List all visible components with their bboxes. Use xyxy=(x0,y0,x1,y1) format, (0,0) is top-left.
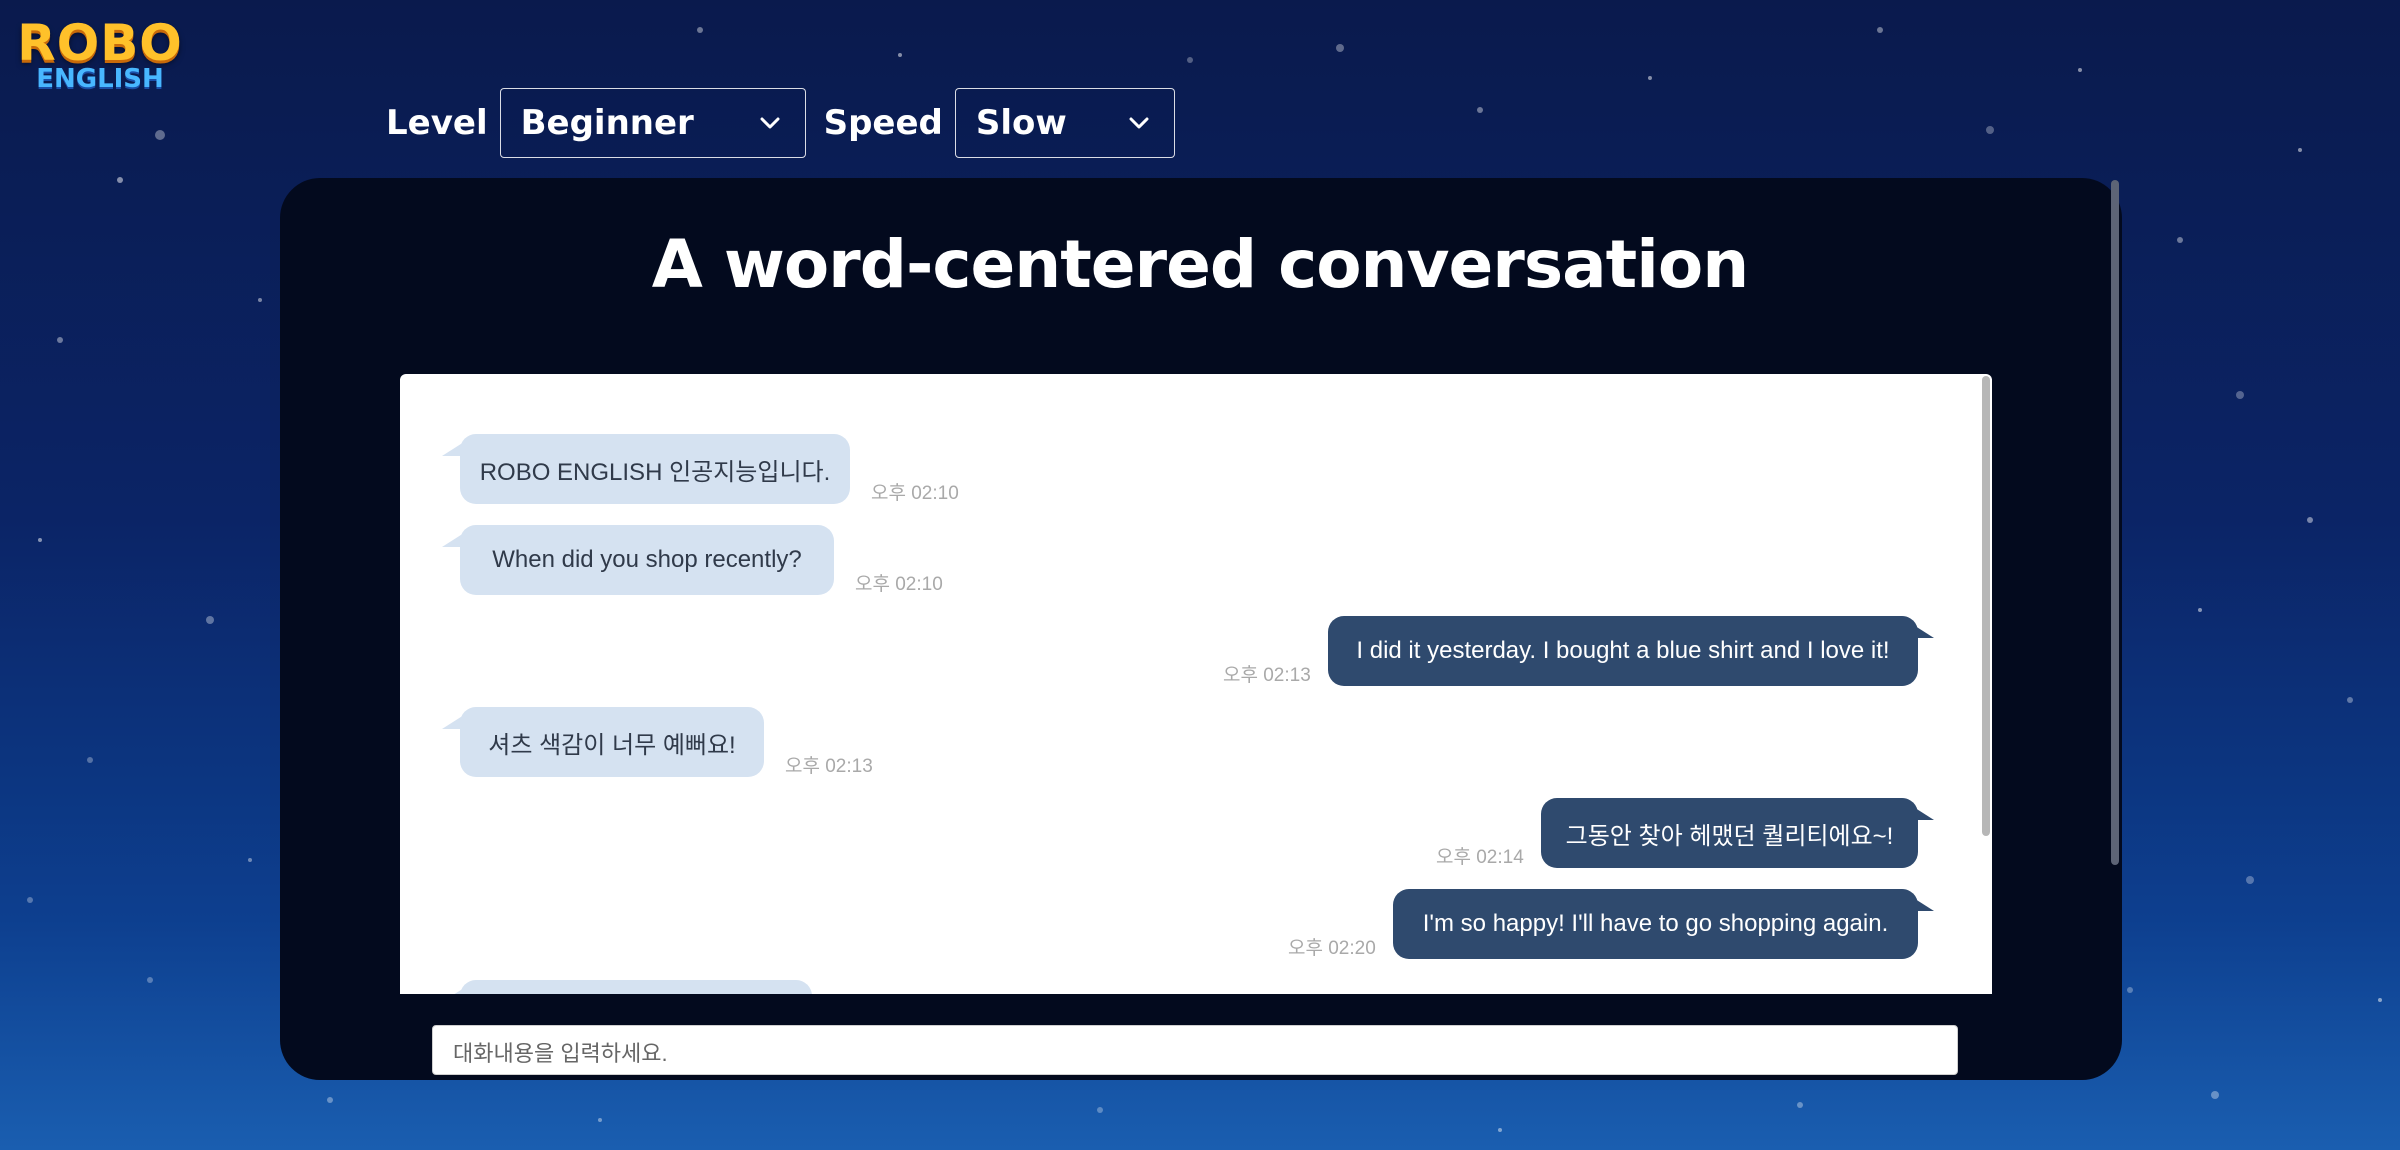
message-timestamp: 오후 02:20 xyxy=(1288,938,1376,959)
message-text: 셔츠 색감이 너무 예뻐요! xyxy=(488,731,736,759)
message-timestamp: 오후 02:13 xyxy=(1223,665,1311,686)
message-timestamp: 오후 02:10 xyxy=(855,574,943,595)
level-selected-value: Beginner xyxy=(520,103,694,143)
speed-selected-value: Slow xyxy=(975,103,1067,143)
robo-english-logo[interactable]: ROBO ENGLISH xyxy=(17,14,183,98)
message-text: I did it yesterday. I bought a blue shir… xyxy=(1356,637,1890,664)
speed-select[interactable]: Slow xyxy=(954,88,1175,158)
speed-label: Speed xyxy=(823,103,943,143)
level-label: Level xyxy=(386,103,488,143)
user-message: I'm so happy! I'll have to go shopping a… xyxy=(1393,889,1934,959)
chevron-down-icon xyxy=(1129,117,1149,129)
message-input[interactable] xyxy=(432,1025,1958,1075)
bot-message: When did you shop recently? xyxy=(442,525,834,595)
chat-scrollbar[interactable] xyxy=(1982,376,1990,836)
message-text: ROBO ENGLISH 인공지능입니다. xyxy=(479,458,831,486)
message-text: 그동안 찾아 헤맸던 퀄리티에요~! xyxy=(1565,822,1894,850)
chevron-down-icon xyxy=(760,117,780,129)
logo-text-english: ENGLISH xyxy=(36,64,164,94)
bot-message-partial xyxy=(442,980,812,994)
message-timestamp: 오후 02:13 xyxy=(785,756,873,777)
bot-message: ROBO ENGLISH 인공지능입니다. xyxy=(442,434,850,504)
message-timestamp: 오후 02:14 xyxy=(1436,847,1524,868)
message-text: When did you shop recently? xyxy=(492,546,802,573)
bot-message: 셔츠 색감이 너무 예뻐요! xyxy=(442,707,764,777)
user-message: 그동안 찾아 헤맸던 퀄리티에요~! xyxy=(1541,798,1934,868)
message-timestamp: 오후 02:10 xyxy=(871,483,959,504)
settings-bar: Level Beginner Speed Slow xyxy=(386,88,1193,158)
user-message: I did it yesterday. I bought a blue shir… xyxy=(1328,616,1934,686)
chat-window[interactable]: ROBO ENGLISH 인공지능입니다. 오후 02:10 When did … xyxy=(400,374,1992,994)
logo-text-robo: ROBO xyxy=(17,14,183,72)
message-text: I'm so happy! I'll have to go shopping a… xyxy=(1422,910,1889,937)
page-title: A word-centered conversation xyxy=(651,226,1749,303)
level-select[interactable]: Beginner xyxy=(499,88,806,158)
